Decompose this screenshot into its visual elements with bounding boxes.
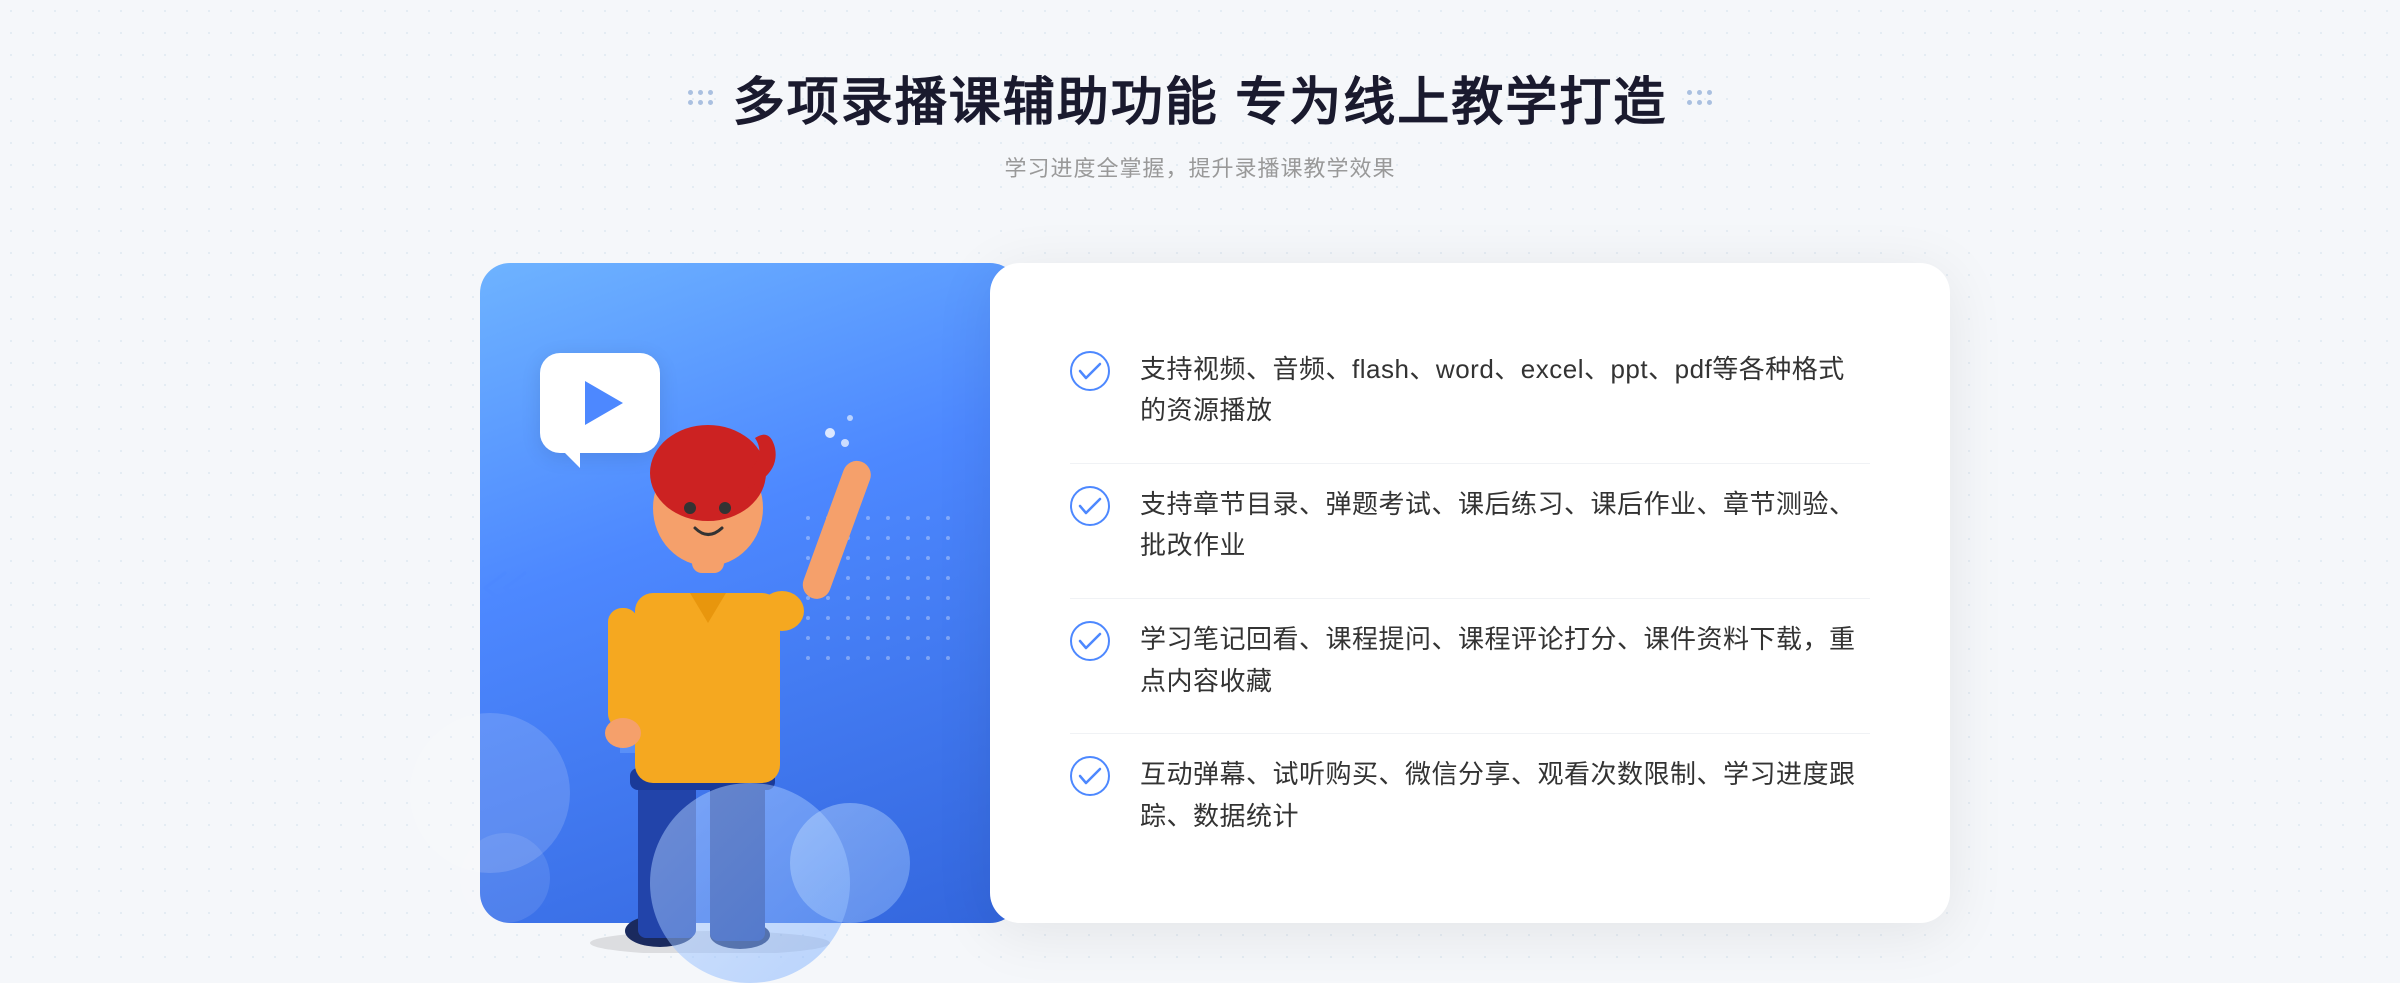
check-icon-2 bbox=[1070, 486, 1110, 526]
header-section: 多项录播课辅助功能 专为线上教学打造 学习进度全掌握，提升录播课教学效果 bbox=[688, 60, 1712, 183]
title-row: 多项录播课辅助功能 专为线上教学打造 bbox=[688, 60, 1712, 135]
feature-text-2: 支持章节目录、弹题考试、课后练习、课后作业、章节测验、批改作业 bbox=[1140, 484, 1870, 567]
left-decorative-dots bbox=[688, 90, 713, 105]
bottom-circle-small bbox=[790, 803, 910, 923]
feature-item-3: 学习笔记回看、课程提问、课程评论打分、课件资料下载，重点内容收藏 bbox=[1070, 598, 1870, 722]
feature-item-1: 支持视频、音频、flash、word、excel、ppt、pdf等各种格式的资源… bbox=[1070, 329, 1870, 452]
feature-item-2: 支持章节目录、弹题考试、课后练习、课后作业、章节测验、批改作业 bbox=[1070, 463, 1870, 587]
feature-text-4: 互动弹幕、试听购买、微信分享、观看次数限制、学习进度跟踪、数据统计 bbox=[1140, 754, 1870, 837]
check-icon-4 bbox=[1070, 756, 1110, 796]
feature-text-1: 支持视频、音频、flash、word、excel、ppt、pdf等各种格式的资源… bbox=[1140, 349, 1870, 432]
left-chevrons bbox=[480, 568, 530, 618]
page-subtitle: 学习进度全掌握，提升录播课教学效果 bbox=[688, 151, 1712, 183]
feature-item-4: 互动弹幕、试听购买、微信分享、观看次数限制、学习进度跟踪、数据统计 bbox=[1070, 733, 1870, 857]
right-content-section: 支持视频、音频、flash、word、excel、ppt、pdf等各种格式的资源… bbox=[1030, 233, 1950, 953]
page-title: 多项录播课辅助功能 专为线上教学打造 bbox=[733, 60, 1667, 135]
main-content-card: 支持视频、音频、flash、word、excel、ppt、pdf等各种格式的资源… bbox=[450, 233, 1950, 953]
left-illustration-section bbox=[450, 233, 1030, 953]
feature-text-3: 学习笔记回看、课程提问、课程评论打分、课件资料下载，重点内容收藏 bbox=[1140, 619, 1870, 702]
right-decorative-dots bbox=[1687, 90, 1712, 105]
features-card: 支持视频、音频、flash、word、excel、ppt、pdf等各种格式的资源… bbox=[990, 263, 1950, 923]
check-icon-3 bbox=[1070, 621, 1110, 661]
check-icon-1 bbox=[1070, 351, 1110, 391]
page-container: 多项录播课辅助功能 专为线上教学打造 学习进度全掌握，提升录播课教学效果 bbox=[0, 0, 2400, 974]
